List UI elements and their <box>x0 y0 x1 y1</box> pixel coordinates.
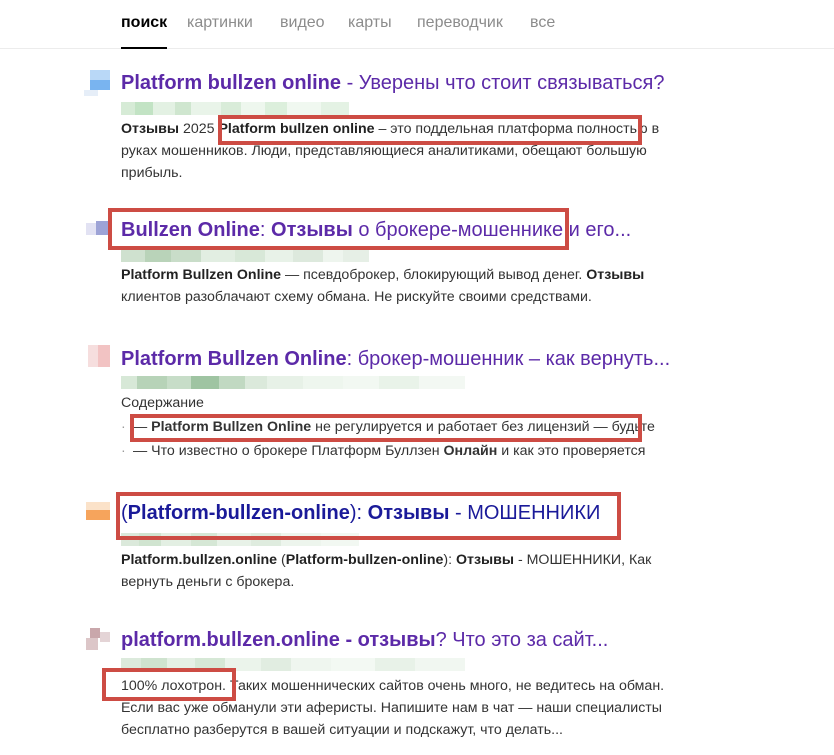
tab-translator[interactable]: переводчик <box>417 14 503 32</box>
site-favicon-icon <box>80 345 112 371</box>
site-favicon-icon <box>80 628 112 654</box>
result-sitelink-1[interactable]: · — Platform Bullzen Online не регулирует… <box>121 416 655 438</box>
result-sitelink-2[interactable]: · — Что известно о брокере Платформ Буллз… <box>121 440 645 462</box>
result-title-link[interactable]: (Platform-bullzen-online): Отзывы - МОШЕ… <box>121 502 600 525</box>
result-title-link[interactable]: Platform bullzen online - Уверены что ст… <box>121 72 665 95</box>
result-title-link[interactable]: platform.bullzen.online - отзывы? Что эт… <box>121 629 608 652</box>
tab-images[interactable]: картинки <box>187 14 253 32</box>
site-favicon-icon <box>80 70 112 96</box>
result-url-blurred[interactable] <box>121 533 359 546</box>
tab-video[interactable]: видео <box>280 14 325 32</box>
search-tabs: поиск картинки видео карты переводчик вс… <box>0 0 834 49</box>
result-snippet: Отзывы 2025 Platform bullzen online – эт… <box>121 121 660 181</box>
result-snippet: Platform.bullzen.online (Platform-bullze… <box>121 552 652 590</box>
result-title-link[interactable]: Platform Bullzen Online: брокер-мошенник… <box>121 348 670 371</box>
result-url-blurred[interactable] <box>121 249 369 262</box>
result-url-blurred[interactable] <box>121 102 349 115</box>
tab-all[interactable]: все <box>530 14 555 32</box>
site-favicon-icon <box>80 500 112 526</box>
tab-maps[interactable]: карты <box>348 14 392 32</box>
site-favicon-icon <box>80 215 112 241</box>
result-title-link[interactable]: Bullzen Online: Отзывы о брокере-мошенни… <box>121 219 631 242</box>
result-contents-label: Содержание <box>121 395 204 411</box>
result-snippet: Platform Bullzen Online — псевдоброкер, … <box>121 267 645 305</box>
tab-search[interactable]: поиск <box>121 14 168 49</box>
result-url-blurred[interactable] <box>121 658 465 671</box>
result-snippet: 100% лохотрон. Таких мошеннических сайто… <box>121 678 665 738</box>
result-url-blurred[interactable] <box>121 376 465 389</box>
